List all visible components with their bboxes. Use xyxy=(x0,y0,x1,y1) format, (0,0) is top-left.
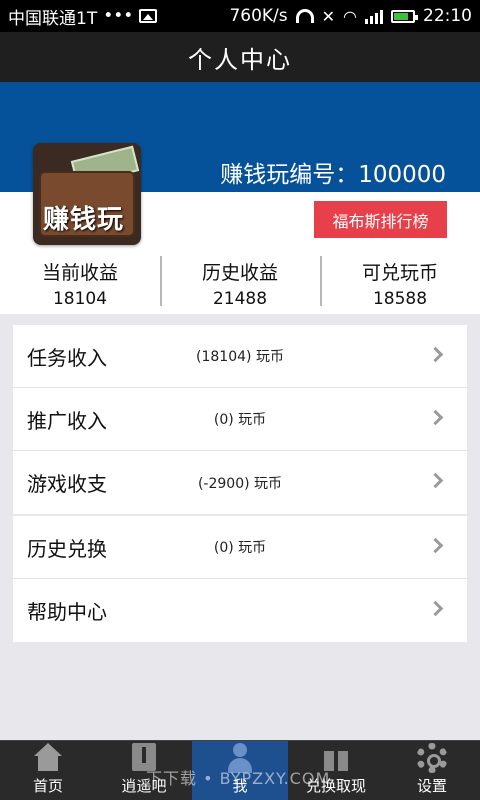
carrier-label: 中国联通1T xyxy=(8,8,98,29)
stat-history-earnings: 历史收益 21488 xyxy=(160,252,320,314)
battery-icon xyxy=(391,9,418,23)
stat-current-earnings: 当前收益 18104 xyxy=(0,252,160,314)
headphones-icon xyxy=(295,9,314,23)
stat-value: 18104 xyxy=(52,289,108,309)
page-title: 个人中心 xyxy=(188,45,292,74)
stat-label: 历史收益 xyxy=(201,262,278,284)
wifi-icon: ◠ xyxy=(343,6,357,26)
signal-icon xyxy=(365,8,383,24)
menu-list: 任务收入 (18104) 玩币 推广收入 (0) 玩币 游戏收支 (-2900)… xyxy=(13,325,467,642)
tab-home[interactable]: 首页 xyxy=(0,741,96,800)
menu-item-amount: (18104) 玩币 xyxy=(196,349,284,365)
gear-icon xyxy=(416,743,448,773)
tab-settings[interactable]: 设置 xyxy=(384,741,480,800)
menu-item-promotion-income[interactable]: 推广收入 (0) 玩币 xyxy=(13,388,467,451)
stat-value: 21488 xyxy=(212,289,268,309)
watermark: 下下载 • BYPZXY.COM xyxy=(146,769,331,788)
menu-item-game-balance[interactable]: 游戏收支 (-2900) 玩币 xyxy=(13,451,467,514)
forbes-ranking-button[interactable]: 福布斯排行榜 xyxy=(314,201,447,238)
status-bar: 中国联通1T ••• 760K/s ✕ ◠ 22:10 xyxy=(0,0,480,32)
notification-dots: ••• xyxy=(103,6,134,26)
earnings-stats: 当前收益 18104 历史收益 21488 可兑玩币 18588 xyxy=(0,252,480,314)
stat-value: 18588 xyxy=(372,289,428,309)
mute-icon: ✕ xyxy=(321,6,336,26)
tab-label: 首页 xyxy=(32,777,63,795)
tab-label: 设置 xyxy=(416,777,447,795)
stat-label: 可兑玩币 xyxy=(361,262,438,284)
image-notification-icon xyxy=(139,9,158,23)
menu-item-title: 帮助中心 xyxy=(27,600,107,624)
menu-item-amount: (0) 玩币 xyxy=(213,540,267,556)
user-id-text: 赚钱玩编号：100000 xyxy=(220,162,446,188)
stat-label: 当前收益 xyxy=(41,262,118,284)
title-bar: 个人中心 xyxy=(0,32,480,82)
avatar-logo-text: 赚钱玩 xyxy=(43,205,125,235)
menu-item-amount: (-2900) 玩币 xyxy=(197,475,283,492)
menu-item-exchange-history[interactable]: 历史兑换 (0) 玩币 xyxy=(13,516,467,579)
home-icon xyxy=(32,743,64,773)
clock: 22:10 xyxy=(423,6,472,26)
menu-item-task-income[interactable]: 任务收入 (18104) 玩币 xyxy=(13,325,467,388)
avatar[interactable]: 赚钱玩 xyxy=(33,143,141,245)
stat-redeemable-coins: 可兑玩币 18588 xyxy=(320,252,480,314)
network-speed: 760K/s xyxy=(229,6,288,26)
menu-item-help-center[interactable]: 帮助中心 xyxy=(13,579,467,642)
menu-item-amount: (0) 玩币 xyxy=(213,412,267,428)
chevron-right-icon xyxy=(427,600,444,617)
